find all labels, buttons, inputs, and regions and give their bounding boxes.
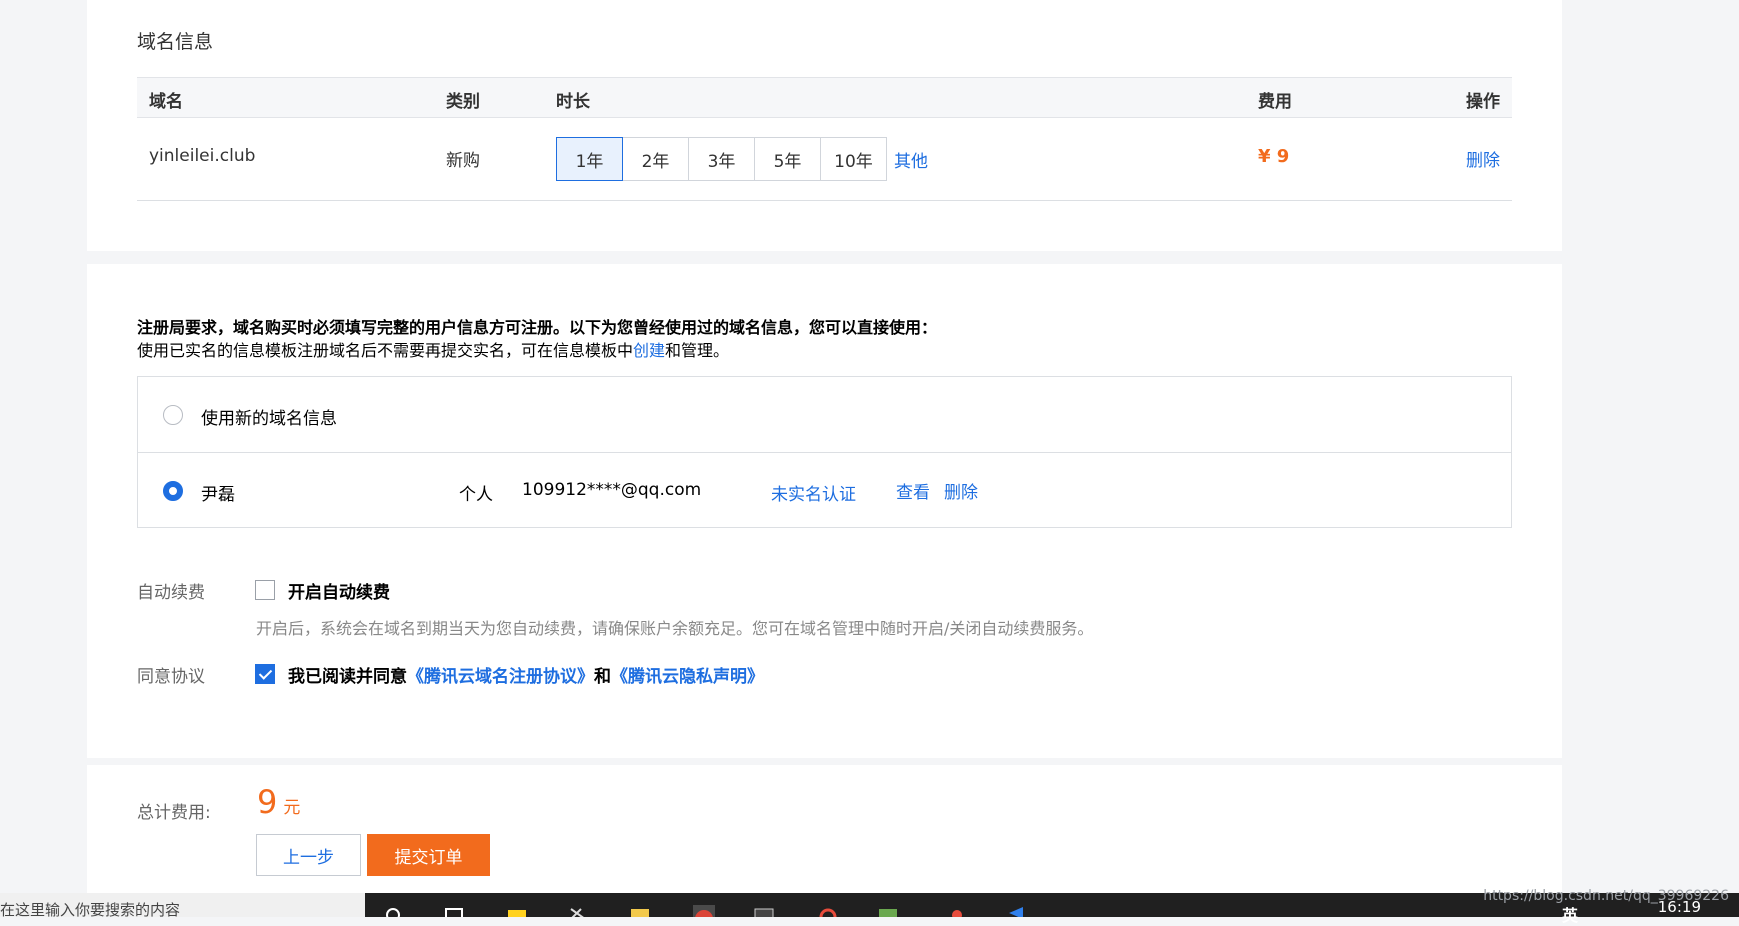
domain-info-panel: 域名信息 域名 类别 时长 费用 操作 yinleilei.club 新购 1年… — [87, 0, 1562, 251]
folder-app-icon[interactable] — [877, 905, 899, 917]
new-info-radio[interactable] — [163, 405, 183, 425]
total-unit: 元 — [283, 798, 301, 818]
verification-status[interactable]: 未实名认证 — [771, 480, 856, 505]
registry-notice: 注册局要求，域名购买时必须填写完整的用户信息方可注册。以下为您曾经使用过的域名信… — [137, 318, 938, 337]
new-info-label: 使用新的域名信息 — [201, 409, 337, 429]
search-icon[interactable] — [382, 905, 404, 917]
agreement-text: 我已阅读并同意《腾讯云域名注册协议》和《腾讯云隐私声明》 — [288, 662, 764, 687]
duration-5y-button[interactable]: 5年 — [754, 137, 821, 181]
vscode-icon[interactable] — [1005, 905, 1027, 917]
view-template-link[interactable]: 查看 — [896, 478, 930, 503]
template-notice-suffix: 和管理。 — [665, 341, 730, 360]
auto-renew-checkbox[interactable] — [255, 580, 275, 600]
new-info-option[interactable]: 使用新的域名信息 — [138, 377, 1511, 452]
total-amount: 9元 — [257, 783, 300, 821]
template-notice-prefix: 使用已实名的信息模板注册域名后不需要再提交实名，可在信息模板中 — [137, 341, 634, 360]
registration-agreement-link[interactable]: 《腾讯云域名注册协议》 — [407, 667, 594, 687]
domain-fee: ¥ 9 — [1258, 146, 1290, 167]
duration-other-link[interactable]: 其他 — [894, 147, 928, 172]
sticky-notes-icon[interactable] — [506, 905, 528, 917]
auto-renew-label: 自动续费 — [137, 583, 205, 603]
duration-selector: 1年 2年 3年 5年 10年 其他 — [556, 137, 928, 181]
header-fee: 费用 — [1258, 92, 1292, 112]
previous-step-button[interactable]: 上一步 — [256, 834, 361, 876]
taskbar: 在这里输入你要搜索的内容 — [0, 893, 1739, 917]
agreement-label: 同意协议 — [137, 667, 205, 687]
domain-type: 新购 — [446, 151, 480, 171]
header-type: 类别 — [446, 92, 480, 112]
create-template-link[interactable]: 创建 — [633, 341, 665, 360]
domain-row: yinleilei.club 新购 1年 2年 3年 5年 10年 其他 ¥ 9… — [137, 118, 1512, 201]
duration-3y-button[interactable]: 3年 — [688, 137, 755, 181]
total-label: 总计费用: — [137, 803, 211, 823]
registrant-info-panel: 注册局要求，域名购买时必须填写完整的用户信息方可注册。以下为您曾经使用过的域名信… — [87, 264, 1562, 758]
total-number: 9 — [257, 783, 278, 821]
domain-info-title: 域名信息 — [137, 31, 214, 53]
privacy-statement-link[interactable]: 《腾讯云隐私声明》 — [611, 667, 764, 687]
auto-renew-text[interactable]: 开启自动续费 — [288, 578, 390, 603]
file-explorer-icon[interactable] — [629, 905, 651, 917]
photo-app-icon[interactable] — [817, 905, 839, 917]
header-action: 操作 — [1466, 92, 1500, 112]
domain-table-header: 域名 类别 时长 费用 操作 — [137, 77, 1512, 118]
auto-renew-description: 开启后，系统会在域名到期当天为您自动续费，请确保账户余额充足。您可在域名管理中随… — [256, 619, 1094, 638]
agreement-and: 和 — [594, 667, 611, 687]
domain-name: yinleilei.club — [149, 146, 256, 166]
task-view-icon[interactable] — [443, 905, 465, 917]
submit-order-button[interactable]: 提交订单 — [367, 834, 490, 876]
template-kind: 个人 — [459, 485, 493, 505]
duration-1y-button[interactable]: 1年 — [556, 137, 623, 181]
taskbar-clock[interactable]: 16:19 — [1658, 898, 1701, 916]
agreement-checkbox[interactable] — [255, 664, 275, 684]
template-email: 109912****@qq.com — [522, 480, 702, 500]
delete-template-link[interactable]: 删除 — [944, 478, 978, 503]
map-pin-icon[interactable] — [946, 905, 968, 917]
header-duration: 时长 — [556, 92, 590, 112]
terminal-icon[interactable] — [753, 905, 775, 917]
duration-10y-button[interactable]: 10年 — [820, 137, 887, 181]
domain-table: 域名 类别 时长 费用 操作 yinleilei.club 新购 1年 2年 3… — [137, 77, 1512, 201]
template-notice: 使用已实名的信息模板注册域名后不需要再提交实名，可在信息模板中创建和管理。 — [137, 337, 729, 361]
chrome-icon[interactable] — [693, 905, 715, 917]
header-domain: 域名 — [149, 92, 183, 112]
total-panel: 总计费用: 9元 上一步 提交订单 — [87, 765, 1562, 900]
delete-domain-link[interactable]: 删除 — [1466, 146, 1500, 171]
input-language-indicator[interactable]: 英 — [1562, 902, 1578, 926]
duration-2y-button[interactable]: 2年 — [622, 137, 689, 181]
template-name: 尹磊 — [201, 485, 235, 505]
registrant-options: 使用新的域名信息 尹磊 个人 109912****@qq.com 未实名认证 查… — [137, 376, 1512, 528]
template-option[interactable]: 尹磊 个人 109912****@qq.com 未实名认证 查看 删除 — [138, 452, 1511, 527]
agreement-prefix: 我已阅读并同意 — [288, 667, 407, 687]
taskbar-search-box[interactable]: 在这里输入你要搜索的内容 — [0, 893, 365, 917]
vs-installer-icon[interactable] — [567, 905, 589, 917]
template-radio[interactable] — [163, 481, 183, 501]
